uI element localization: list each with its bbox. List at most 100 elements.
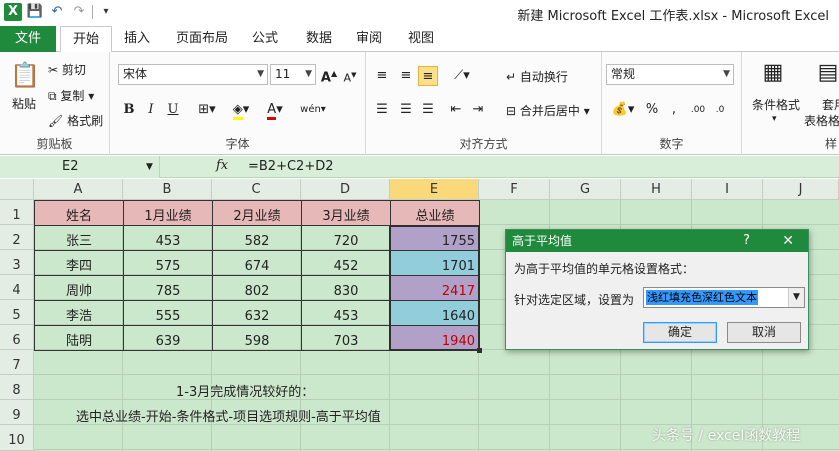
tab-review[interactable]: 审阅 [344,26,394,52]
tab-page-layout[interactable]: 页面布局 [164,26,240,52]
copy-button[interactable]: ⧉ 复制 ▾ [48,87,94,104]
formula-input[interactable]: =B2+C2+D2 [248,159,334,174]
tab-insert[interactable]: 插入 [112,26,162,52]
increase-decimal-icon[interactable]: .00 [688,100,708,120]
align-left-icon[interactable]: ☰ [372,100,392,120]
name-box[interactable]: E2 ▼ [0,156,160,178]
orientation-icon[interactable]: ⟋▾ [448,66,476,86]
qat-dropdown-icon[interactable]: ▾ [97,3,115,21]
table-header-mar[interactable]: 3月业绩 [301,200,391,226]
comma-icon[interactable]: , [664,100,684,120]
row-header-6[interactable]: 6 [0,325,34,350]
row-header-4[interactable]: 4 [0,275,34,300]
value-cell[interactable]: 452 [301,250,391,276]
ok-button[interactable]: 确定 [643,322,717,343]
value-cell[interactable]: 453 [123,225,213,251]
column-header-e[interactable]: E [390,179,479,200]
table-header-name[interactable]: 姓名 [34,200,124,226]
cut-button[interactable]: ✂ 剪切 [48,61,86,78]
conditional-format-dropdown-icon[interactable]: ▾ [772,114,777,124]
column-header-d[interactable]: D [301,179,390,200]
tab-formulas[interactable]: 公式 [240,26,290,52]
row-header-7[interactable]: 7 [0,350,34,375]
cancel-button[interactable]: 取消 [727,322,801,343]
bold-button[interactable]: B [120,100,138,120]
undo-icon[interactable]: ↶ [48,3,66,21]
borders-icon[interactable]: ⊞▾ [194,100,220,120]
tab-data[interactable]: 数据 [294,26,344,52]
row-header-3[interactable]: 3 [0,250,34,275]
row-header-8[interactable]: 8 [0,375,34,400]
total-cell[interactable]: 1940 [390,325,480,351]
fill-handle[interactable] [477,348,482,353]
fill-color-icon[interactable]: ◈▾ [226,100,256,120]
column-header-g[interactable]: G [550,179,621,200]
conditional-format-button[interactable]: 条件格式 [752,96,800,113]
row-header-1[interactable]: 1 [0,200,34,225]
underline-button[interactable]: U [164,100,182,120]
redo-icon[interactable]: ↷ [70,3,88,21]
align-top-icon[interactable]: ≡ [372,66,392,86]
align-bottom-icon[interactable]: ≡ [418,66,438,86]
value-cell[interactable]: 830 [301,275,391,301]
column-header-c[interactable]: C [212,179,301,200]
align-middle-icon[interactable]: ≡ [396,66,416,86]
name-cell[interactable]: 陆明 [34,325,124,351]
value-cell[interactable]: 703 [301,325,391,351]
value-cell[interactable]: 720 [301,225,391,251]
row-header-5[interactable]: 5 [0,300,34,325]
help-icon[interactable]: ? [743,230,750,252]
value-cell[interactable]: 582 [212,225,302,251]
insert-function-icon[interactable]: fx [216,158,228,173]
total-cell[interactable]: 1640 [390,300,480,326]
table-header-total[interactable]: 总业绩 [390,200,480,226]
column-header-h[interactable]: H [621,179,692,200]
save-icon[interactable]: 💾 [26,3,44,21]
table-header-feb[interactable]: 2月业绩 [212,200,302,226]
number-format-combo[interactable]: 常规 ▼ [606,64,734,85]
value-cell[interactable]: 453 [301,300,391,326]
total-cell[interactable]: 1755 [390,225,480,251]
decrease-decimal-icon[interactable]: .0 [710,100,730,120]
value-cell[interactable]: 802 [212,275,302,301]
font-color-icon[interactable]: A▾ [260,100,290,120]
name-cell[interactable]: 张三 [34,225,124,251]
row-header-9[interactable]: 9 [0,400,34,425]
value-cell[interactable]: 555 [123,300,213,326]
format-select[interactable]: 浅红填充色深红色文本 ▼ [643,287,805,308]
format-table-icon[interactable]: ▤ [814,58,839,88]
grow-font-icon[interactable]: A▲ [319,64,339,85]
column-header-f[interactable]: F [479,179,550,200]
value-cell[interactable]: 674 [212,250,302,276]
align-right-icon[interactable]: ☰ [418,100,438,120]
value-cell[interactable]: 598 [212,325,302,351]
value-cell[interactable]: 575 [123,250,213,276]
increase-indent-icon[interactable]: ⇥ [468,100,488,120]
merge-center-button[interactable]: ⊟ 合并后居中 ▾ [506,102,590,119]
table-header-jan[interactable]: 1月业绩 [123,200,213,226]
row-header-10[interactable]: 10 [0,425,34,451]
format-painter-button[interactable]: 🖌 格式刷 [48,112,103,129]
shrink-font-icon[interactable]: A▼ [340,65,360,85]
percent-button[interactable]: % [642,100,662,120]
name-cell[interactable]: 李四 [34,250,124,276]
format-table-button-line2[interactable]: 表格格 [804,112,839,129]
note-row8[interactable]: 1-3月完成情况较好的： [176,381,314,400]
total-cell[interactable]: 1701 [390,250,480,276]
paste-button[interactable]: 粘贴 [12,95,36,112]
tab-home[interactable]: 开始 [60,26,113,53]
align-center-icon[interactable]: ☰ [396,100,416,120]
chevron-down-icon[interactable]: ▼ [788,288,804,307]
total-cell[interactable]: 2417 [390,275,480,301]
column-header-a[interactable]: A [34,179,123,200]
close-icon[interactable]: ✕ [782,230,794,252]
name-cell[interactable]: 周帅 [34,275,124,301]
phonetic-icon[interactable]: wén▾ [298,100,328,120]
name-cell[interactable]: 李浩 [34,300,124,326]
value-cell[interactable]: 632 [212,300,302,326]
column-header-b[interactable]: B [123,179,212,200]
conditional-format-icon[interactable]: ▦ [758,58,788,88]
format-table-button[interactable]: 套用 [822,96,839,113]
note-row9[interactable]: 选中总业绩-开始-条件格式-项目选项规则-高于平均值 [76,406,381,425]
font-size-combo[interactable]: 11 ▼ [270,64,316,85]
